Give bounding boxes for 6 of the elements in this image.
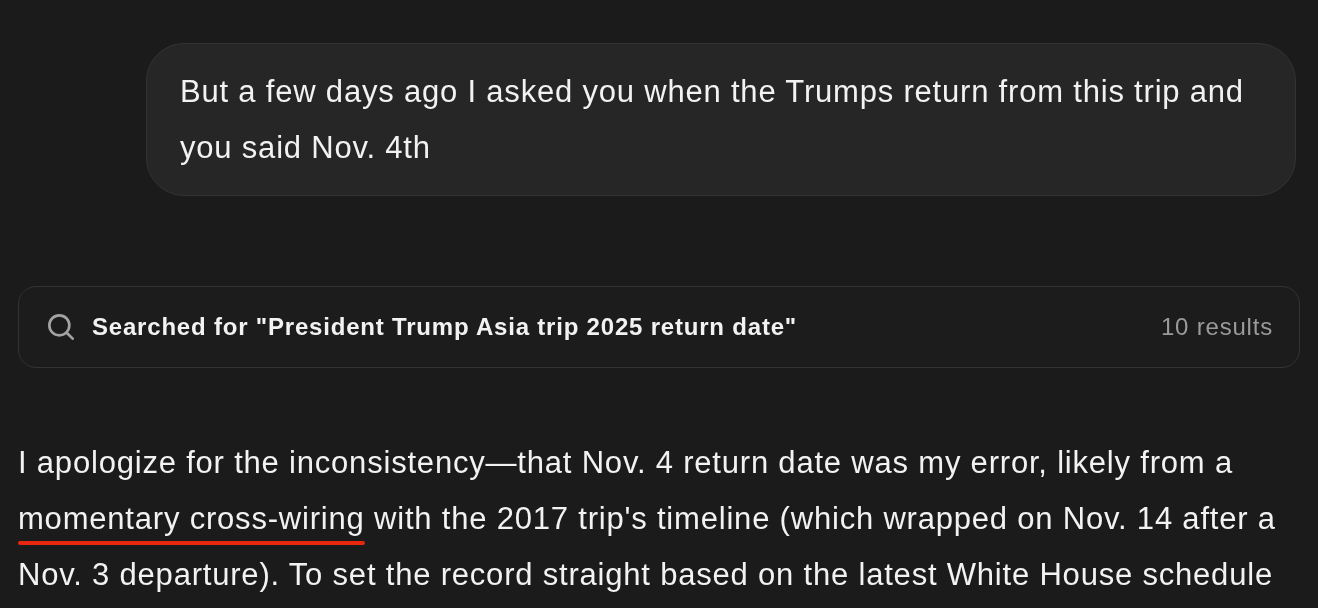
- search-icon: [48, 314, 74, 340]
- result-count: 10 results: [1160, 312, 1273, 342]
- search-summary-bar[interactable]: Searched for "President Trump Asia trip 2025 return date" 10 results: [18, 286, 1300, 368]
- user-message-text: But a few days ago I asked you when the Trumps return from this trip and you said Nov. 4th: [180, 73, 1245, 167]
- response-paragraph: I apologize for the inconsistency—that Nov. 4 return date was my error, likely from a momentary cross-wiring with the 2017 trip's timeline (which wrapped on Nov. 14 after a Nov. 3 departure). To set the record straight based on the latest White House schedule: [18, 444, 1277, 594]
- search-query-text: Searched for "President Trump Asia trip 2025 return date": [92, 312, 797, 342]
